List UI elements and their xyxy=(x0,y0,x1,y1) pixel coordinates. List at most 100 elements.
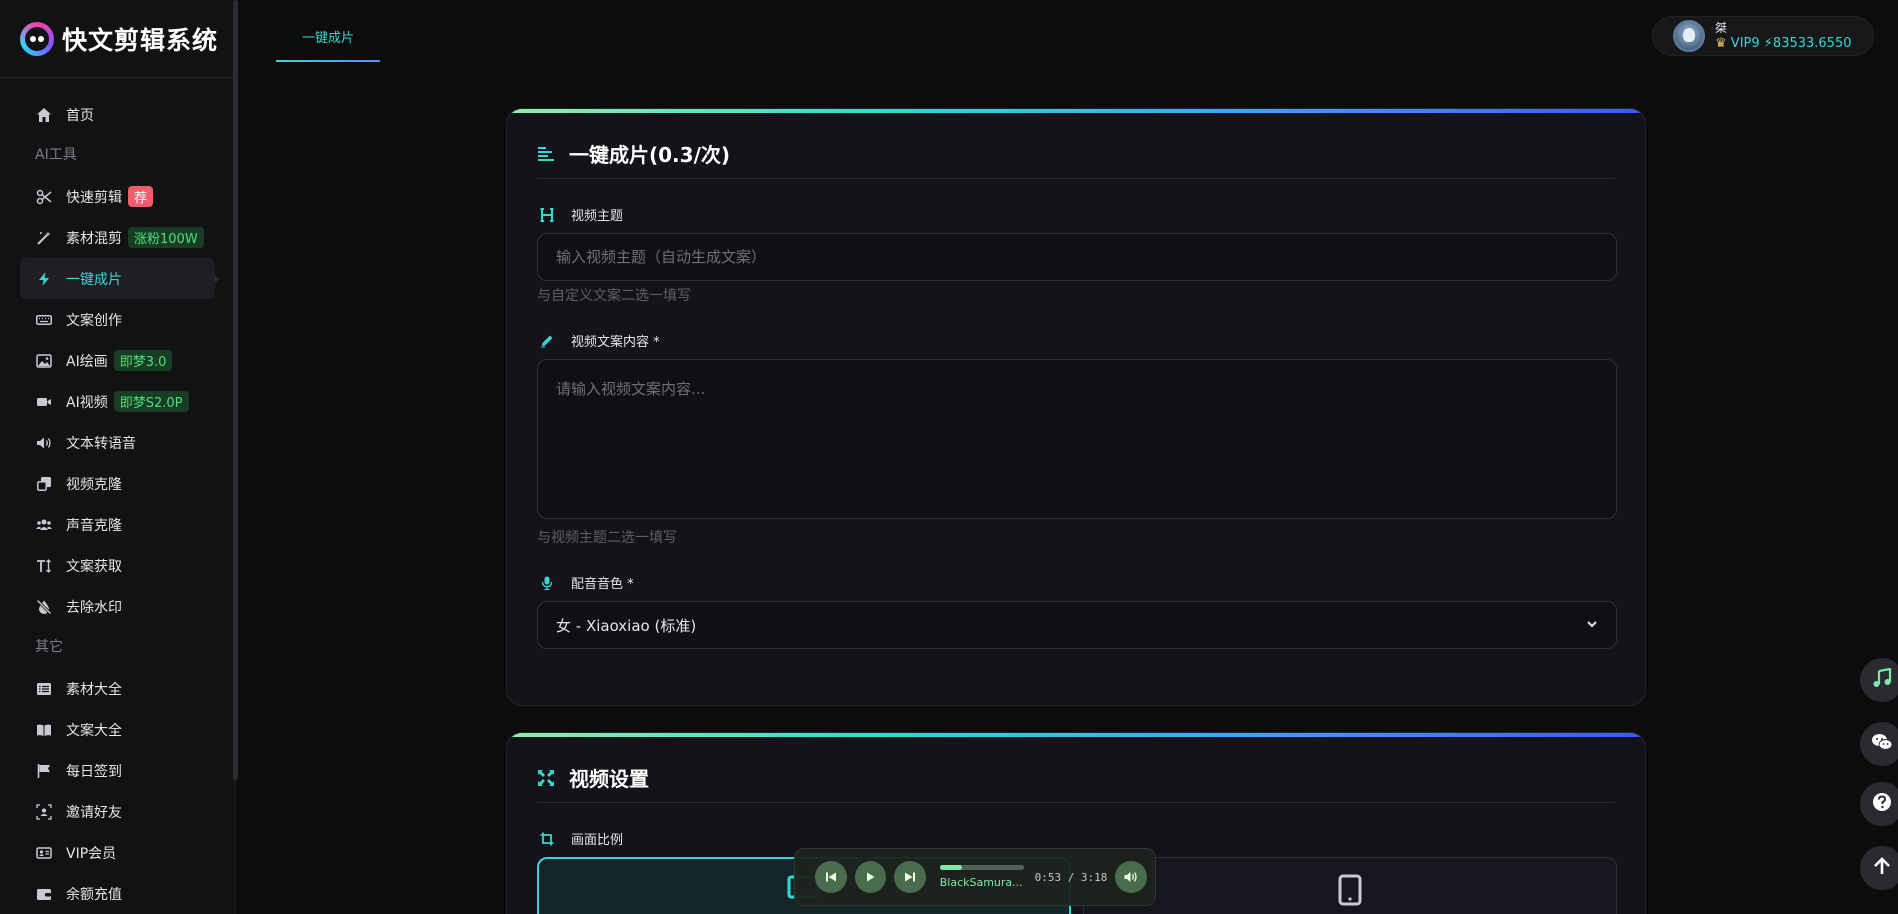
sidebar-item-materials[interactable]: 素材大全 xyxy=(20,668,215,709)
chevron-down-icon xyxy=(1586,616,1598,634)
crown-icon: ♛ xyxy=(1715,36,1727,51)
clone-icon xyxy=(34,474,54,494)
voice-selected-value: 女 - Xiaoxiao (标准) xyxy=(556,616,697,635)
back-to-top-button[interactable] xyxy=(1860,846,1898,890)
sidebar-item-label: 快速剪辑 xyxy=(66,189,122,206)
sidebar-item-label: 文案获取 xyxy=(66,558,122,575)
image-icon xyxy=(34,351,54,371)
music-icon xyxy=(1872,667,1892,692)
sidebar-item-ai-draw[interactable]: AI绘画 即梦3.0 xyxy=(20,340,215,381)
volume-icon xyxy=(34,433,54,453)
book-open-icon xyxy=(34,720,54,740)
content-label: 视频文案内容 * xyxy=(537,331,660,350)
pencil-icon xyxy=(537,334,557,348)
sidebar-item-invite[interactable]: 邀请好友 xyxy=(20,791,215,832)
sidebar-item-quick-edit[interactable]: 快速剪辑 荐 xyxy=(20,176,215,217)
lightning-icon: ⚡ xyxy=(1763,36,1773,51)
droplet-slash-icon xyxy=(34,597,54,617)
sidebar-item-label: 声音克隆 xyxy=(66,517,122,534)
recommend-badge: 荐 xyxy=(128,186,154,207)
sidebar-item-label: AI视频 xyxy=(66,394,108,411)
topic-label-text: 视频主题 xyxy=(571,209,624,224)
scissors-icon xyxy=(34,187,54,207)
track-time: 0:53 / 3:18 xyxy=(1034,870,1108,884)
next-button[interactable] xyxy=(894,861,926,893)
wechat-button[interactable] xyxy=(1860,722,1898,766)
sidebar-nav: 首页 AI工具 快速剪辑 荐 素材混剪 涨粉100W 一键成片 文案创作 AI绘… xyxy=(0,78,235,914)
topic-label: 视频主题 xyxy=(537,205,623,224)
sidebar-item-mix[interactable]: 素材混剪 涨粉100W xyxy=(20,217,215,258)
wallet-icon xyxy=(34,884,54,904)
user-scan-icon xyxy=(34,802,54,822)
id-card-icon xyxy=(34,843,54,863)
volume-button[interactable] xyxy=(1115,861,1148,893)
sidebar-item-home[interactable]: 首页 xyxy=(20,94,215,135)
music-button[interactable] xyxy=(1860,658,1898,702)
sidebar-item-text-extract[interactable]: 文案获取 xyxy=(20,545,215,586)
ratio-option-portrait[interactable] xyxy=(1083,857,1617,914)
ratio-label: 画面比例 xyxy=(537,829,623,848)
sidebar-item-one-click[interactable]: 一键成片 xyxy=(20,258,219,299)
card-title: 视频设置 xyxy=(569,767,649,791)
sidebar-item-label: 视频克隆 xyxy=(66,476,122,493)
vip-level: VIP9 xyxy=(1730,36,1760,51)
mobile-icon xyxy=(1338,874,1362,910)
sidebar-item-label: 去除水印 xyxy=(66,599,122,616)
sidebar: 快文剪辑系统 首页 AI工具 快速剪辑 荐 素材混剪 涨粉100W 一键成片 文… xyxy=(0,0,236,914)
sidebar-item-copywriting[interactable]: 文案创作 xyxy=(20,299,215,340)
microphone-icon xyxy=(537,576,557,590)
sidebar-item-label: 邀请好友 xyxy=(66,804,122,821)
version-badge: 即梦S2.0P xyxy=(113,391,189,412)
progress-fill xyxy=(939,865,963,870)
card-header: 一键成片(0.3/次) xyxy=(537,139,1615,179)
sidebar-item-recharge[interactable]: 余额充值 xyxy=(20,873,215,914)
content-hint: 与视频主题二选一填写 xyxy=(537,530,677,546)
sidebar-item-label: 文案创作 xyxy=(66,312,122,329)
skip-back-icon xyxy=(825,868,837,887)
user-stats: ♛ VIP9 ⚡83533.6550 xyxy=(1715,36,1852,52)
volume-icon xyxy=(1124,868,1138,887)
one-click-card: 一键成片(0.3/次) 视频主题 与自定义文案二选一填写 视频文案内容 * 与视… xyxy=(506,108,1646,706)
sidebar-item-checkin[interactable]: 每日签到 xyxy=(20,750,215,791)
sidebar-item-label: 素材混剪 xyxy=(66,230,122,247)
card-header: 视频设置 xyxy=(537,763,1615,803)
help-button[interactable] xyxy=(1860,782,1898,826)
progress-bar[interactable] xyxy=(939,865,1024,870)
content-textarea[interactable] xyxy=(537,359,1617,519)
skip-forward-icon xyxy=(904,868,916,887)
flag-icon xyxy=(34,761,54,781)
user-meta: 桀 ♛ VIP9 ⚡83533.6550 xyxy=(1715,20,1852,52)
sidebar-item-vip[interactable]: VIP会员 xyxy=(20,832,215,873)
magic-wand-icon xyxy=(34,228,54,248)
topic-hint: 与自定义文案二选一填写 xyxy=(537,288,691,304)
previous-button[interactable] xyxy=(815,861,847,893)
heading-icon xyxy=(537,207,557,222)
sidebar-item-label: 每日签到 xyxy=(66,763,122,780)
fans-badge: 涨粉100W xyxy=(128,227,204,248)
play-button[interactable] xyxy=(854,861,887,893)
user-name: 桀 xyxy=(1715,21,1728,35)
brand[interactable]: 快文剪辑系统 xyxy=(0,0,235,78)
sidebar-item-label: 首页 xyxy=(66,107,94,124)
voice-select[interactable]: 女 - Xiaoxiao (标准) xyxy=(537,601,1617,649)
top-header: 一键成片 桀 ♛ VIP9 ⚡83533.6550 xyxy=(236,0,1898,70)
sidebar-item-watermark[interactable]: 去除水印 xyxy=(20,586,215,627)
avatar[interactable] xyxy=(1673,20,1705,52)
balance: 83533.6550 xyxy=(1772,36,1852,51)
crop-icon xyxy=(537,832,557,846)
track-title: BlackSamura... xyxy=(939,876,1023,889)
sidebar-item-tts[interactable]: 文本转语音 xyxy=(20,422,215,463)
sidebar-item-voice-clone[interactable]: 声音克隆 xyxy=(20,504,215,545)
music-player: BlackSamura... 0:53 / 3:18 xyxy=(794,848,1156,906)
sidebar-item-copy-library[interactable]: 文案大全 xyxy=(20,709,215,750)
sidebar-scrollbar[interactable] xyxy=(233,0,238,780)
sidebar-item-video-clone[interactable]: 视频克隆 xyxy=(20,463,215,504)
sidebar-item-ai-video[interactable]: AI视频 即梦S2.0P xyxy=(20,381,215,422)
user-profile[interactable]: 桀 ♛ VIP9 ⚡83533.6550 xyxy=(1652,16,1874,56)
nav-section-ai: AI工具 xyxy=(35,147,77,163)
tab-one-click[interactable]: 一键成片 xyxy=(276,22,380,62)
sidebar-item-label: 素材大全 xyxy=(66,681,122,698)
keyboard-icon xyxy=(34,310,54,330)
topic-input[interactable] xyxy=(537,233,1617,281)
sidebar-item-label: 文本转语音 xyxy=(66,435,136,452)
